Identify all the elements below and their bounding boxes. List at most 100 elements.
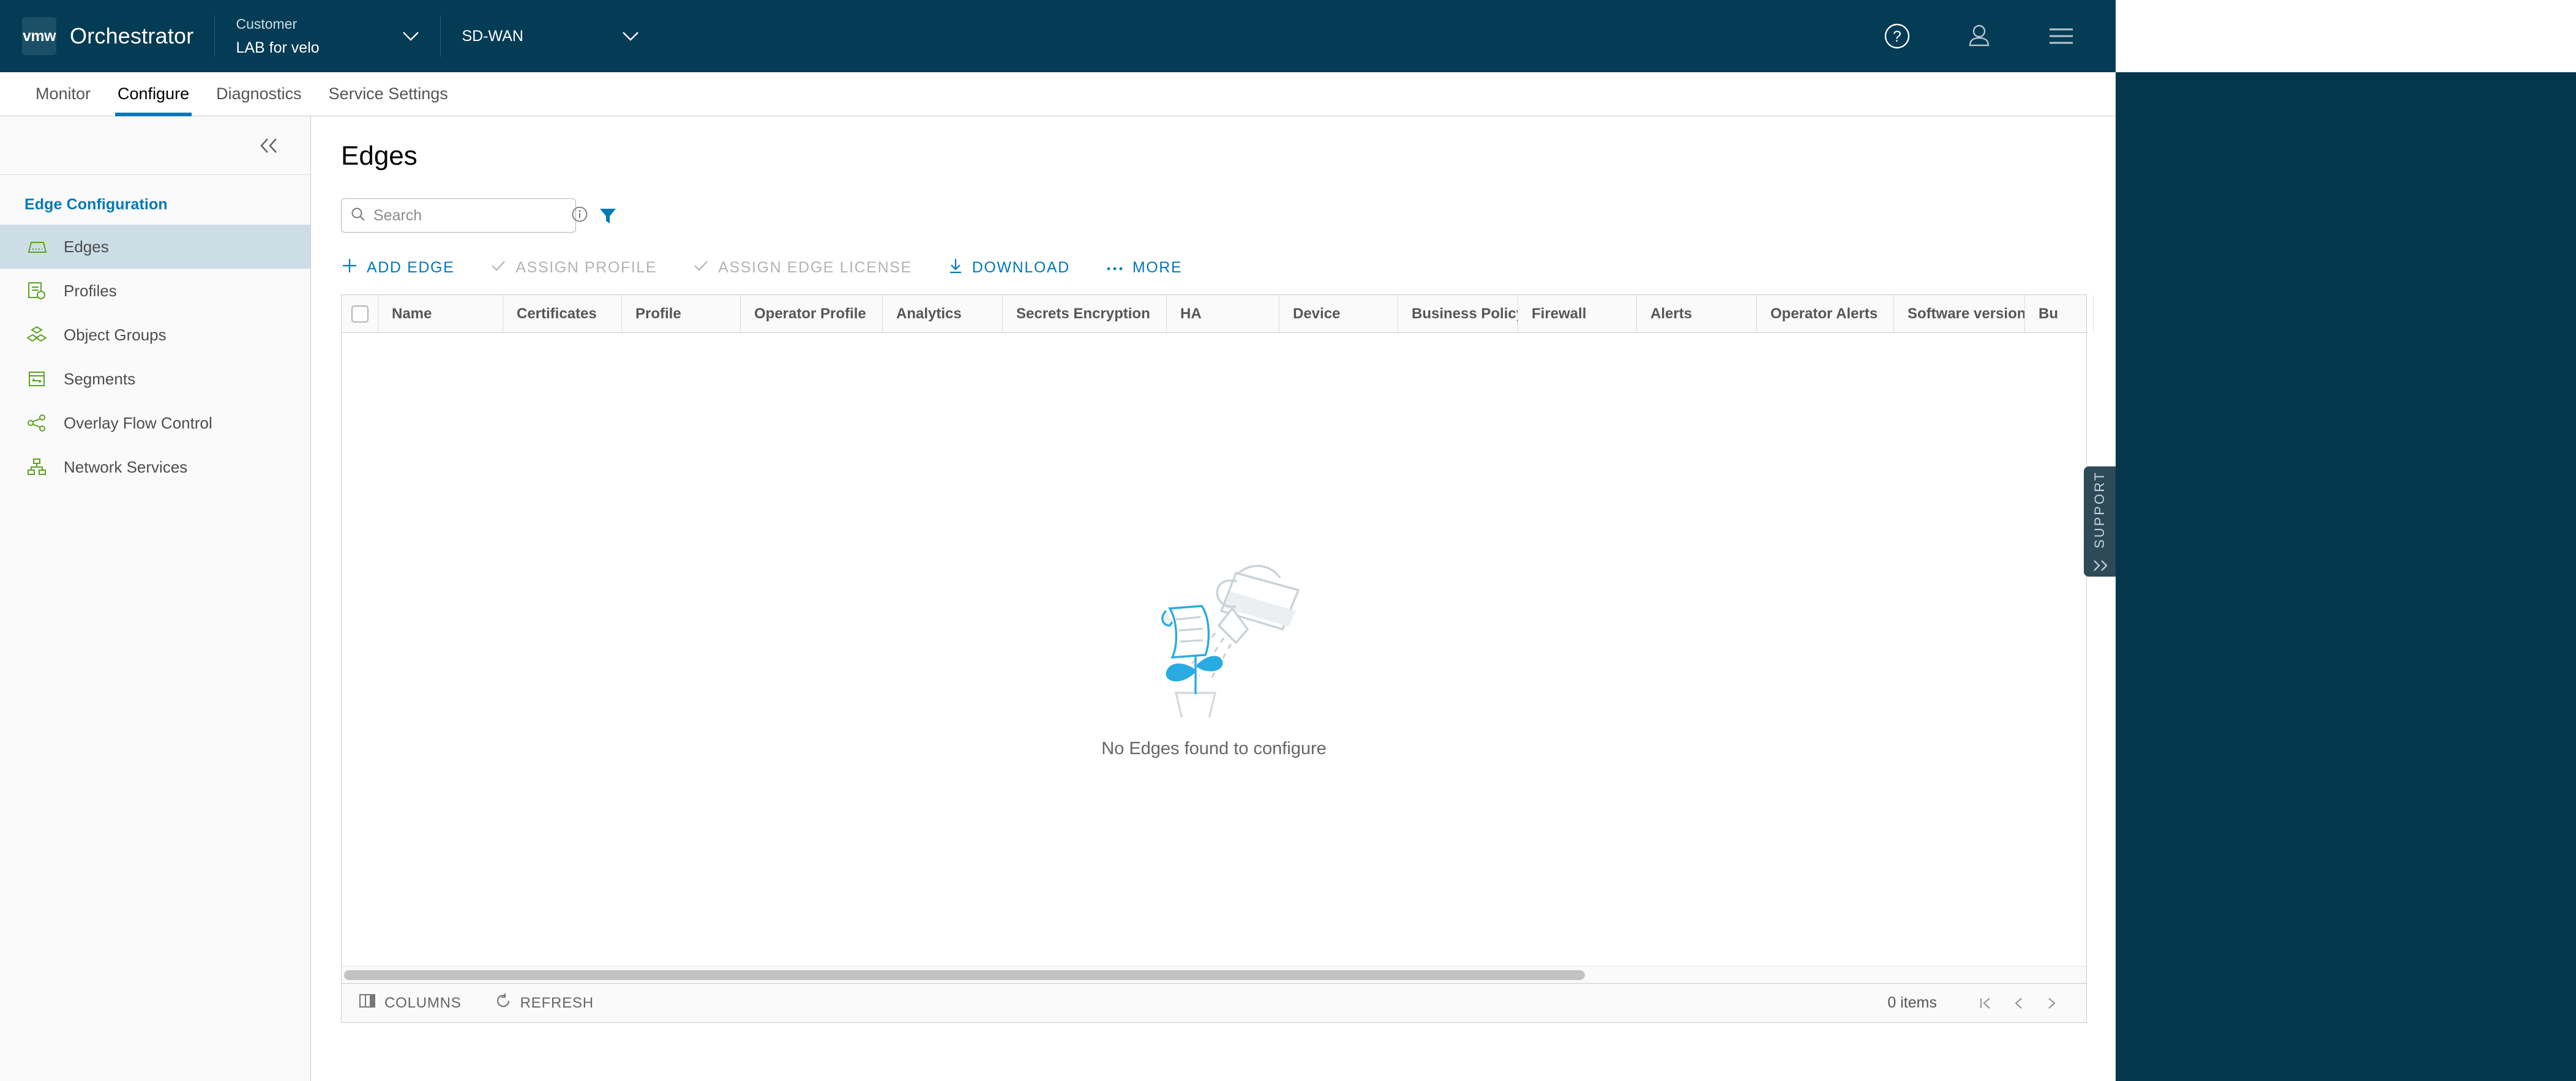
assign-edge-license-button[interactable]: ASSIGN EDGE LICENSE xyxy=(692,257,912,279)
chevron-right-icon[interactable] xyxy=(2035,990,2068,1017)
datagrid-body-empty-state: No Edges found to configure xyxy=(342,333,2086,966)
column-header-operator-profile[interactable]: Operator Profile xyxy=(741,295,883,332)
column-header-device[interactable]: Device xyxy=(1279,295,1398,332)
search-row xyxy=(312,171,2116,233)
tab-diagnostics[interactable]: Diagnostics xyxy=(203,72,315,116)
refresh-label: REFRESH xyxy=(520,994,594,1011)
outer-desktop-background xyxy=(2116,72,2576,1081)
sidebar-item-network-services[interactable]: Network Services xyxy=(0,445,310,489)
search-field-wrapper[interactable] xyxy=(341,198,588,233)
sidebar: Edge Configuration Edges Profiles Object… xyxy=(0,116,311,1081)
pagination-controls: 0 items xyxy=(1887,990,2068,1017)
top-header-bar: vmw Orchestrator Customer LAB for velo S… xyxy=(0,0,2116,72)
tab-service-settings[interactable]: Service Settings xyxy=(315,72,462,116)
add-edge-label: ADD EDGE xyxy=(367,259,455,276)
service-selector[interactable]: SD-WAN xyxy=(462,28,639,45)
assign-profile-button[interactable]: ASSIGN PROFILE xyxy=(490,257,657,279)
sidebar-item-label: Network Services xyxy=(64,457,188,476)
item-count: 0 items xyxy=(1887,994,1937,1011)
page-title: Edges xyxy=(341,141,417,171)
column-header-firewall[interactable]: Firewall xyxy=(1518,295,1637,332)
columns-layout-icon xyxy=(359,993,376,1013)
svg-text:?: ? xyxy=(1893,28,1901,45)
sidebar-item-object-groups[interactable]: Object Groups xyxy=(0,313,310,357)
outer-area-top-right xyxy=(2116,0,2576,72)
search-input[interactable] xyxy=(373,206,571,225)
plus-icon xyxy=(341,257,358,279)
column-header-business-policy[interactable]: Business Policy xyxy=(1398,295,1518,332)
sidebar-item-edges[interactable]: Edges xyxy=(0,225,310,269)
select-all-header-cell xyxy=(342,295,378,332)
assign-edge-license-label: ASSIGN EDGE LICENSE xyxy=(718,259,912,276)
main-content: Edges Search ADD EDGE ASSIGN PROFILE ASS… xyxy=(312,116,2116,1081)
service-selector-value: SD-WAN xyxy=(462,27,523,45)
assign-profile-label: ASSIGN PROFILE xyxy=(515,259,657,276)
info-circle-icon[interactable] xyxy=(571,205,589,226)
search-icon xyxy=(350,206,366,225)
double-chevron-left-icon xyxy=(260,138,277,153)
brand-block: vmw Orchestrator xyxy=(0,17,193,55)
datagrid-footer: COLUMNS REFRESH 0 items xyxy=(342,983,2086,1022)
edge-device-icon xyxy=(27,239,54,255)
user-icon[interactable] xyxy=(1965,22,1993,50)
support-tab[interactable]: SUPPORT xyxy=(2084,466,2116,577)
column-header-analytics[interactable]: Analytics xyxy=(883,295,1003,332)
segments-icon xyxy=(27,370,54,388)
download-button[interactable]: DOWNLOAD xyxy=(948,257,1070,279)
header-divider-1 xyxy=(214,15,215,57)
column-header-profile[interactable]: Profile xyxy=(622,295,741,332)
profile-document-icon xyxy=(27,282,54,300)
network-services-icon xyxy=(27,458,54,476)
column-header-ha[interactable]: HA xyxy=(1167,295,1279,332)
double-chevron-left-icon xyxy=(2089,556,2110,572)
filter-funnel-icon[interactable] xyxy=(598,206,618,225)
sidebar-item-label: Edges xyxy=(64,237,109,256)
share-nodes-icon xyxy=(27,414,54,432)
column-header-name[interactable]: Name xyxy=(378,295,503,332)
chevron-left-icon[interactable] xyxy=(2002,990,2035,1017)
header-divider-2 xyxy=(440,15,441,57)
horizontal-scrollbar-thumb[interactable] xyxy=(344,970,1585,980)
chevron-down-icon xyxy=(375,31,419,42)
tab-monitor[interactable]: Monitor xyxy=(22,72,104,116)
object-groups-icon xyxy=(27,326,54,344)
column-header-build[interactable]: Bu xyxy=(2025,295,2094,332)
sidebar-item-overlay-flow-control[interactable]: Overlay Flow Control xyxy=(0,401,310,445)
column-header-operator-alerts[interactable]: Operator Alerts xyxy=(1757,295,1894,332)
sidebar-item-label: Overlay Flow Control xyxy=(64,413,212,432)
header-actions: ? xyxy=(1883,22,2116,50)
sidebar-collapse-button[interactable] xyxy=(0,116,310,175)
sidebar-item-profiles[interactable]: Profiles xyxy=(0,269,310,313)
column-header-software-version[interactable]: Software version xyxy=(1894,295,2025,332)
first-page-icon[interactable] xyxy=(1969,990,2002,1017)
customer-selector[interactable]: Customer LAB for velo xyxy=(236,14,419,58)
help-icon[interactable]: ? xyxy=(1883,22,1911,50)
sidebar-item-segments[interactable]: Segments xyxy=(0,357,310,401)
add-edge-button[interactable]: ADD EDGE xyxy=(341,257,454,279)
chevron-down-icon xyxy=(595,31,639,42)
datagrid-header-row: Name Certificates Profile Operator Profi… xyxy=(342,295,2094,333)
product-name: Orchestrator xyxy=(70,23,194,48)
sidebar-item-label: Profiles xyxy=(64,281,117,300)
primary-nav-tabs: Monitor Configure Diagnostics Service Se… xyxy=(0,72,2116,116)
refresh-button[interactable]: REFRESH xyxy=(495,992,594,1014)
check-icon xyxy=(692,257,710,279)
customer-selector-label: Customer xyxy=(236,16,298,32)
check-icon xyxy=(490,257,507,279)
columns-button[interactable]: COLUMNS xyxy=(359,993,462,1013)
support-tab-label: SUPPORT xyxy=(2092,471,2107,548)
tab-configure[interactable]: Configure xyxy=(104,72,203,116)
sidebar-section-title: Edge Configuration xyxy=(24,196,168,213)
more-button[interactable]: MORE xyxy=(1106,259,1182,277)
column-header-alerts[interactable]: Alerts xyxy=(1637,295,1757,332)
hamburger-menu-icon[interactable] xyxy=(2047,25,2075,47)
select-all-checkbox[interactable] xyxy=(351,305,369,323)
sidebar-item-label: Object Groups xyxy=(64,325,167,344)
column-header-secrets-encryption[interactable]: Secrets Encryption xyxy=(1003,295,1167,332)
column-header-certificates[interactable]: Certificates xyxy=(503,295,622,332)
application-window: vmw Orchestrator Customer LAB for velo S… xyxy=(0,0,2116,1081)
horizontal-scrollbar[interactable] xyxy=(342,966,2086,983)
download-label: DOWNLOAD xyxy=(972,259,1070,276)
refresh-icon xyxy=(495,992,512,1014)
edges-datagrid: Name Certificates Profile Operator Profi… xyxy=(341,294,2094,1023)
